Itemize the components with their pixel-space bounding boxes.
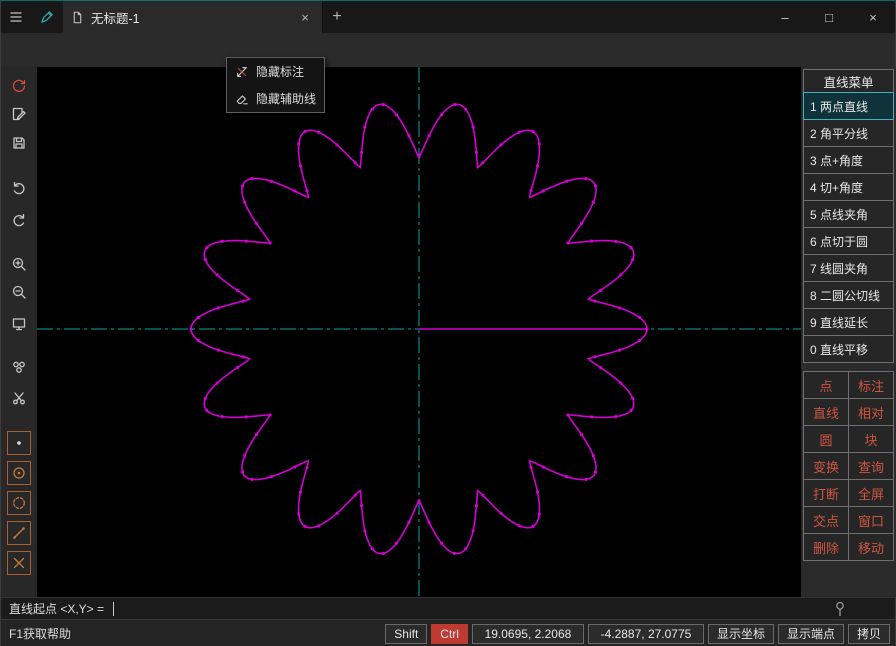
right-panel: 直线菜单 1 两点直线 2 角平分线 3 点+角度 4 切+角度 5 点线夹角 … xyxy=(801,67,896,597)
menu-item-line-offset[interactable]: 0 直线平移 xyxy=(803,335,894,363)
refresh-red-icon xyxy=(11,78,27,94)
show-coordinates-button[interactable]: 显示坐标 xyxy=(708,624,774,644)
menu-item-two-point-line[interactable]: 1 两点直线 xyxy=(803,92,894,120)
save-icon xyxy=(11,135,27,151)
drawing-canvas[interactable] xyxy=(37,67,801,597)
pin-icon[interactable] xyxy=(833,601,847,617)
grid-button-fullscreen[interactable]: 全屏 xyxy=(849,480,894,507)
zoom-in-icon xyxy=(11,256,27,272)
edit-sheet-icon xyxy=(11,106,27,122)
gear-drawing xyxy=(37,67,801,597)
command-prompt: 直线起点 <X,Y> = xyxy=(9,600,107,617)
grid-button-circle[interactable]: 圆 xyxy=(804,426,849,453)
coordinate-input[interactable] xyxy=(116,602,833,616)
help-hint: F1获取帮助 xyxy=(9,625,71,642)
pattern-circles-icon xyxy=(11,359,27,375)
grid-button-window[interactable]: 窗口 xyxy=(849,507,894,534)
save-button[interactable] xyxy=(11,135,27,151)
redo-button[interactable] xyxy=(11,212,27,228)
app-window: 无标题-1 × + – □ × 0 ▾ xyxy=(0,0,896,646)
toolbar: 0 ▾ xyxy=(1,33,895,67)
hide-dimension-icon xyxy=(235,65,249,79)
app-menu-button[interactable] xyxy=(1,1,31,33)
menu-item-point-line-angle[interactable]: 5 点线夹角 xyxy=(803,200,894,228)
zoom-out-icon xyxy=(11,284,27,300)
hide-guides-icon xyxy=(235,92,249,106)
segment-tool-button[interactable] xyxy=(7,521,31,545)
grid-button-break[interactable]: 打断 xyxy=(804,480,849,507)
menu-item-point-angle[interactable]: 3 点+角度 xyxy=(803,146,894,174)
undo-button[interactable] xyxy=(11,180,27,196)
menu-item-angle-bisector[interactable]: 2 角平分线 xyxy=(803,119,894,147)
relative-coordinates: -4.2887, 27.0775 xyxy=(588,624,704,644)
circle-point-tool-icon xyxy=(11,465,27,481)
segment-tool-icon xyxy=(11,525,27,541)
menu-item-line-circle-angle[interactable]: 7 线圆夹角 xyxy=(803,254,894,282)
document-tab[interactable]: 无标题-1 × xyxy=(63,1,323,33)
menu-item-common-tangent[interactable]: 8 二圆公切线 xyxy=(803,281,894,309)
menu-item-label: 隐藏辅助线 xyxy=(256,90,316,107)
cursor-coordinates: 19.0695, 2.2068 xyxy=(472,624,584,644)
maximize-button[interactable]: □ xyxy=(807,1,851,33)
new-tab-button[interactable]: + xyxy=(323,3,351,31)
undo-icon xyxy=(11,180,27,196)
refresh-red-button[interactable] xyxy=(11,78,27,94)
window-close-button[interactable]: × xyxy=(851,1,895,33)
x-tool-button[interactable] xyxy=(7,551,31,575)
pattern-circles-button[interactable] xyxy=(11,359,27,375)
grid-button-intersection[interactable]: 交点 xyxy=(804,507,849,534)
document-icon xyxy=(71,11,84,24)
scissors-button[interactable] xyxy=(11,390,27,406)
grid-button-line[interactable]: 直线 xyxy=(804,399,849,426)
tab-title: 无标题-1 xyxy=(91,8,289,27)
status-bar: F1获取帮助 Shift Ctrl 19.0695, 2.2068 -4.288… xyxy=(1,619,895,646)
menu-item-label: 隐藏标注 xyxy=(256,63,304,80)
grid-button-query[interactable]: 查询 xyxy=(849,453,894,480)
command-bar: 直线起点 <X,Y> = xyxy=(1,597,895,619)
tool-grid: 点 标注 直线 相对 圆 块 变换 查询 打断 全屏 交点 窗口 删除 移动 xyxy=(803,371,894,561)
menu-item-hide-guides[interactable]: 隐藏辅助线 xyxy=(227,85,324,112)
menu-item-point-tangent-circle[interactable]: 6 点切于圆 xyxy=(803,227,894,255)
copy-coordinates-button[interactable]: 拷贝 xyxy=(848,624,890,644)
minimize-button[interactable]: – xyxy=(763,1,807,33)
menu-title: 直线菜单 xyxy=(803,69,894,93)
grid-button-move[interactable]: 移动 xyxy=(849,534,894,561)
x-tool-icon xyxy=(11,555,27,571)
zoom-in-button[interactable] xyxy=(11,256,27,272)
grid-button-relative[interactable]: 相对 xyxy=(849,399,894,426)
grid-button-transform[interactable]: 变换 xyxy=(804,453,849,480)
left-toolbar xyxy=(1,67,37,597)
point-tool-icon xyxy=(11,435,27,451)
redo-icon xyxy=(11,212,27,228)
hamburger-icon xyxy=(8,9,24,25)
grid-button-delete[interactable]: 删除 xyxy=(804,534,849,561)
menu-item-hide-dimensions[interactable]: 隐藏标注 xyxy=(227,58,324,85)
circle-point-tool-button[interactable] xyxy=(7,461,31,485)
menu-item-tangent-angle[interactable]: 4 切+角度 xyxy=(803,173,894,201)
show-endpoints-button[interactable]: 显示端点 xyxy=(778,624,844,644)
grid-button-point[interactable]: 点 xyxy=(804,372,849,399)
text-caret xyxy=(113,602,114,616)
tab-close-button[interactable]: × xyxy=(296,8,314,26)
shift-toggle[interactable]: Shift xyxy=(385,624,427,644)
fit-screen-icon xyxy=(11,316,27,332)
ctrl-toggle[interactable]: Ctrl xyxy=(431,624,468,644)
scissors-icon xyxy=(11,390,27,406)
dashed-circle-tool-icon xyxy=(11,495,27,511)
pen-mode-button[interactable] xyxy=(31,1,61,33)
pen-icon xyxy=(39,10,54,25)
edit-sheet-button[interactable] xyxy=(11,106,27,122)
menu-item-line-extend[interactable]: 9 直线延长 xyxy=(803,308,894,336)
dashed-circle-tool-button[interactable] xyxy=(7,491,31,515)
titlebar: 无标题-1 × + – □ × xyxy=(1,1,895,33)
grid-button-block[interactable]: 块 xyxy=(849,426,894,453)
context-menu: 隐藏标注 隐藏辅助线 xyxy=(226,57,325,113)
grid-button-dimension[interactable]: 标注 xyxy=(849,372,894,399)
fit-screen-button[interactable] xyxy=(11,316,27,332)
point-tool-button[interactable] xyxy=(7,431,31,455)
zoom-out-button[interactable] xyxy=(11,284,27,300)
